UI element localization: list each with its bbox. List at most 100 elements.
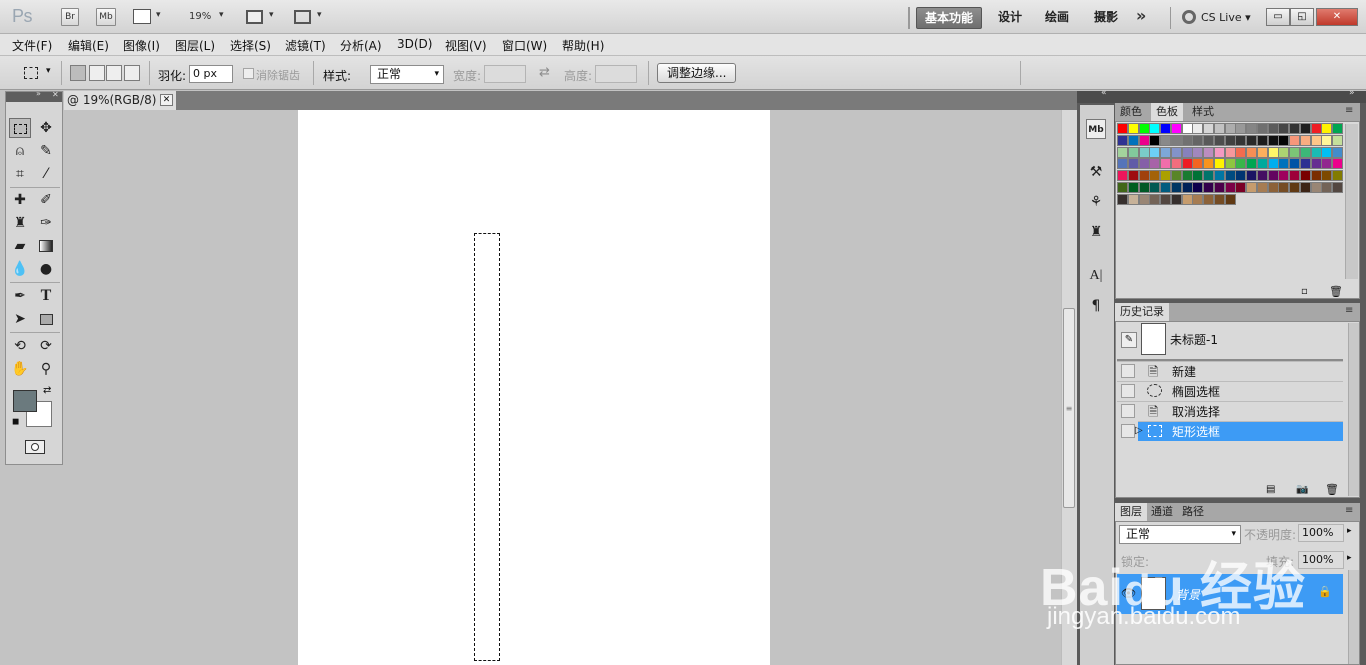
color-swatch[interactable] xyxy=(1192,134,1204,146)
history-snapshot-name[interactable]: 未标题-1 xyxy=(1170,331,1218,348)
feather-input[interactable]: 0 px xyxy=(189,65,233,83)
color-swatch[interactable] xyxy=(1310,134,1322,146)
new-swatch-icon[interactable]: ▫ xyxy=(1301,286,1308,297)
color-swatch[interactable] xyxy=(1138,123,1150,134)
color-swatch[interactable] xyxy=(1321,146,1333,158)
color-swatch[interactable] xyxy=(1256,134,1268,146)
history-brush-checkbox[interactable] xyxy=(1121,364,1135,378)
color-swatch[interactable] xyxy=(1256,146,1268,158)
color-swatch[interactable] xyxy=(1246,146,1257,158)
rectangular-selection-marquee[interactable] xyxy=(474,233,500,661)
color-swatch[interactable] xyxy=(1246,134,1257,146)
color-swatch[interactable] xyxy=(1213,123,1225,134)
workspace-photography[interactable]: 摄影 xyxy=(1086,7,1126,29)
color-swatch[interactable] xyxy=(1224,170,1236,182)
color-swatch[interactable] xyxy=(1181,146,1193,158)
color-swatch[interactable] xyxy=(1149,158,1161,170)
color-swatch[interactable] xyxy=(1160,193,1171,205)
color-swatch[interactable] xyxy=(1310,123,1322,134)
color-swatch[interactable] xyxy=(1278,158,1290,170)
color-swatch[interactable] xyxy=(1235,134,1247,146)
color-swatch[interactable] xyxy=(1117,158,1128,170)
menu-window[interactable]: 窗口(W) xyxy=(502,37,547,54)
history-brush-source-icon[interactable]: ✎ xyxy=(1121,332,1137,348)
view-extras-icon[interactable] xyxy=(133,9,151,24)
color-swatch[interactable] xyxy=(1181,193,1193,205)
swatches-panel-menu-icon[interactable]: ≡ xyxy=(1345,105,1353,116)
color-swatch[interactable] xyxy=(1299,158,1311,170)
dock-expand-icon[interactable]: » xyxy=(1349,88,1355,98)
menu-analysis[interactable]: 分析(A) xyxy=(340,37,382,54)
color-swatch[interactable] xyxy=(1224,146,1236,158)
screen-mode-icon[interactable] xyxy=(294,10,311,24)
swap-dimensions-icon[interactable]: ⇄ xyxy=(539,65,550,80)
color-swatch[interactable] xyxy=(1321,170,1333,182)
rectangle-tool-icon[interactable] xyxy=(35,309,57,329)
color-swatch[interactable] xyxy=(1203,193,1214,205)
color-swatch[interactable] xyxy=(1127,134,1139,146)
move-tool-icon[interactable]: ✥ xyxy=(35,118,57,138)
zoom-level[interactable]: 19% xyxy=(189,11,211,22)
foreground-color-swatch[interactable] xyxy=(13,390,37,412)
color-swatch[interactable] xyxy=(1170,146,1182,158)
workspace-essentials[interactable]: 基本功能 xyxy=(916,7,983,29)
color-swatch[interactable] xyxy=(1192,193,1204,205)
color-swatch[interactable] xyxy=(1289,182,1300,193)
tab-styles[interactable]: 样式 xyxy=(1187,103,1219,121)
color-swatch[interactable] xyxy=(1213,170,1225,182)
swatches-scrollbar[interactable] xyxy=(1345,124,1358,279)
color-swatch[interactable] xyxy=(1138,182,1150,193)
view-extras-dropdown-icon[interactable]: ▾ xyxy=(156,10,161,20)
clone-source-panel-icon[interactable]: ♜ xyxy=(1086,222,1106,242)
color-swatch[interactable] xyxy=(1310,182,1322,193)
color-swatch[interactable] xyxy=(1117,182,1128,193)
history-panel-menu-icon[interactable]: ≡ xyxy=(1345,305,1353,316)
color-swatch[interactable] xyxy=(1117,170,1128,182)
hand-tool-icon[interactable]: ✋ xyxy=(9,359,31,379)
layers-scrollbar[interactable] xyxy=(1348,570,1359,664)
color-swatch[interactable] xyxy=(1321,123,1333,134)
clone-stamp-tool-icon[interactable]: ♜ xyxy=(9,213,31,233)
quick-mask-icon[interactable] xyxy=(25,440,45,454)
color-swatch[interactable] xyxy=(1289,123,1300,134)
color-swatch[interactable] xyxy=(1332,158,1343,170)
type-tool-icon[interactable]: T xyxy=(35,286,57,306)
color-swatch[interactable] xyxy=(1224,158,1236,170)
color-swatch[interactable] xyxy=(1149,193,1161,205)
color-swatch[interactable] xyxy=(1289,170,1300,182)
color-swatch[interactable] xyxy=(1332,146,1343,158)
color-swatch[interactable] xyxy=(1192,146,1204,158)
layers-panel-menu-icon[interactable]: ≡ xyxy=(1345,505,1353,516)
height-input[interactable] xyxy=(595,65,637,83)
color-swatch[interactable] xyxy=(1321,158,1333,170)
color-swatch[interactable] xyxy=(1127,193,1139,205)
color-swatch[interactable] xyxy=(1127,146,1139,158)
color-swatch[interactable] xyxy=(1278,146,1290,158)
healing-brush-tool-icon[interactable]: ✚ xyxy=(9,190,31,210)
history-brush-checkbox[interactable] xyxy=(1121,384,1135,398)
color-swatch[interactable] xyxy=(1246,158,1257,170)
new-snapshot-icon[interactable]: 📷 xyxy=(1296,484,1308,495)
color-swatch[interactable] xyxy=(1117,123,1128,134)
color-swatch[interactable] xyxy=(1117,134,1128,146)
color-swatch[interactable] xyxy=(1256,123,1268,134)
brush-panel-icon[interactable]: ⚒ xyxy=(1086,162,1106,182)
color-swatch[interactable] xyxy=(1224,134,1236,146)
color-swatch[interactable] xyxy=(1127,158,1139,170)
color-swatch[interactable] xyxy=(1203,158,1214,170)
color-swatch[interactable] xyxy=(1332,182,1343,193)
color-swatch[interactable] xyxy=(1310,158,1322,170)
arrange-documents-icon[interactable] xyxy=(246,10,263,24)
restore-button[interactable]: ◱ xyxy=(1290,8,1314,26)
color-swatch[interactable] xyxy=(1278,170,1290,182)
brush-tool-icon[interactable]: ✐ xyxy=(35,190,57,210)
color-swatch[interactable] xyxy=(1138,134,1150,146)
color-swatch[interactable] xyxy=(1235,170,1247,182)
color-swatch[interactable] xyxy=(1246,170,1257,182)
color-swatch[interactable] xyxy=(1267,146,1279,158)
color-swatch[interactable] xyxy=(1203,170,1214,182)
color-swatch[interactable] xyxy=(1170,193,1182,205)
menu-layer[interactable]: 图层(L) xyxy=(175,37,215,54)
subtract-from-selection-icon[interactable] xyxy=(106,65,122,81)
color-swatch[interactable] xyxy=(1138,193,1150,205)
